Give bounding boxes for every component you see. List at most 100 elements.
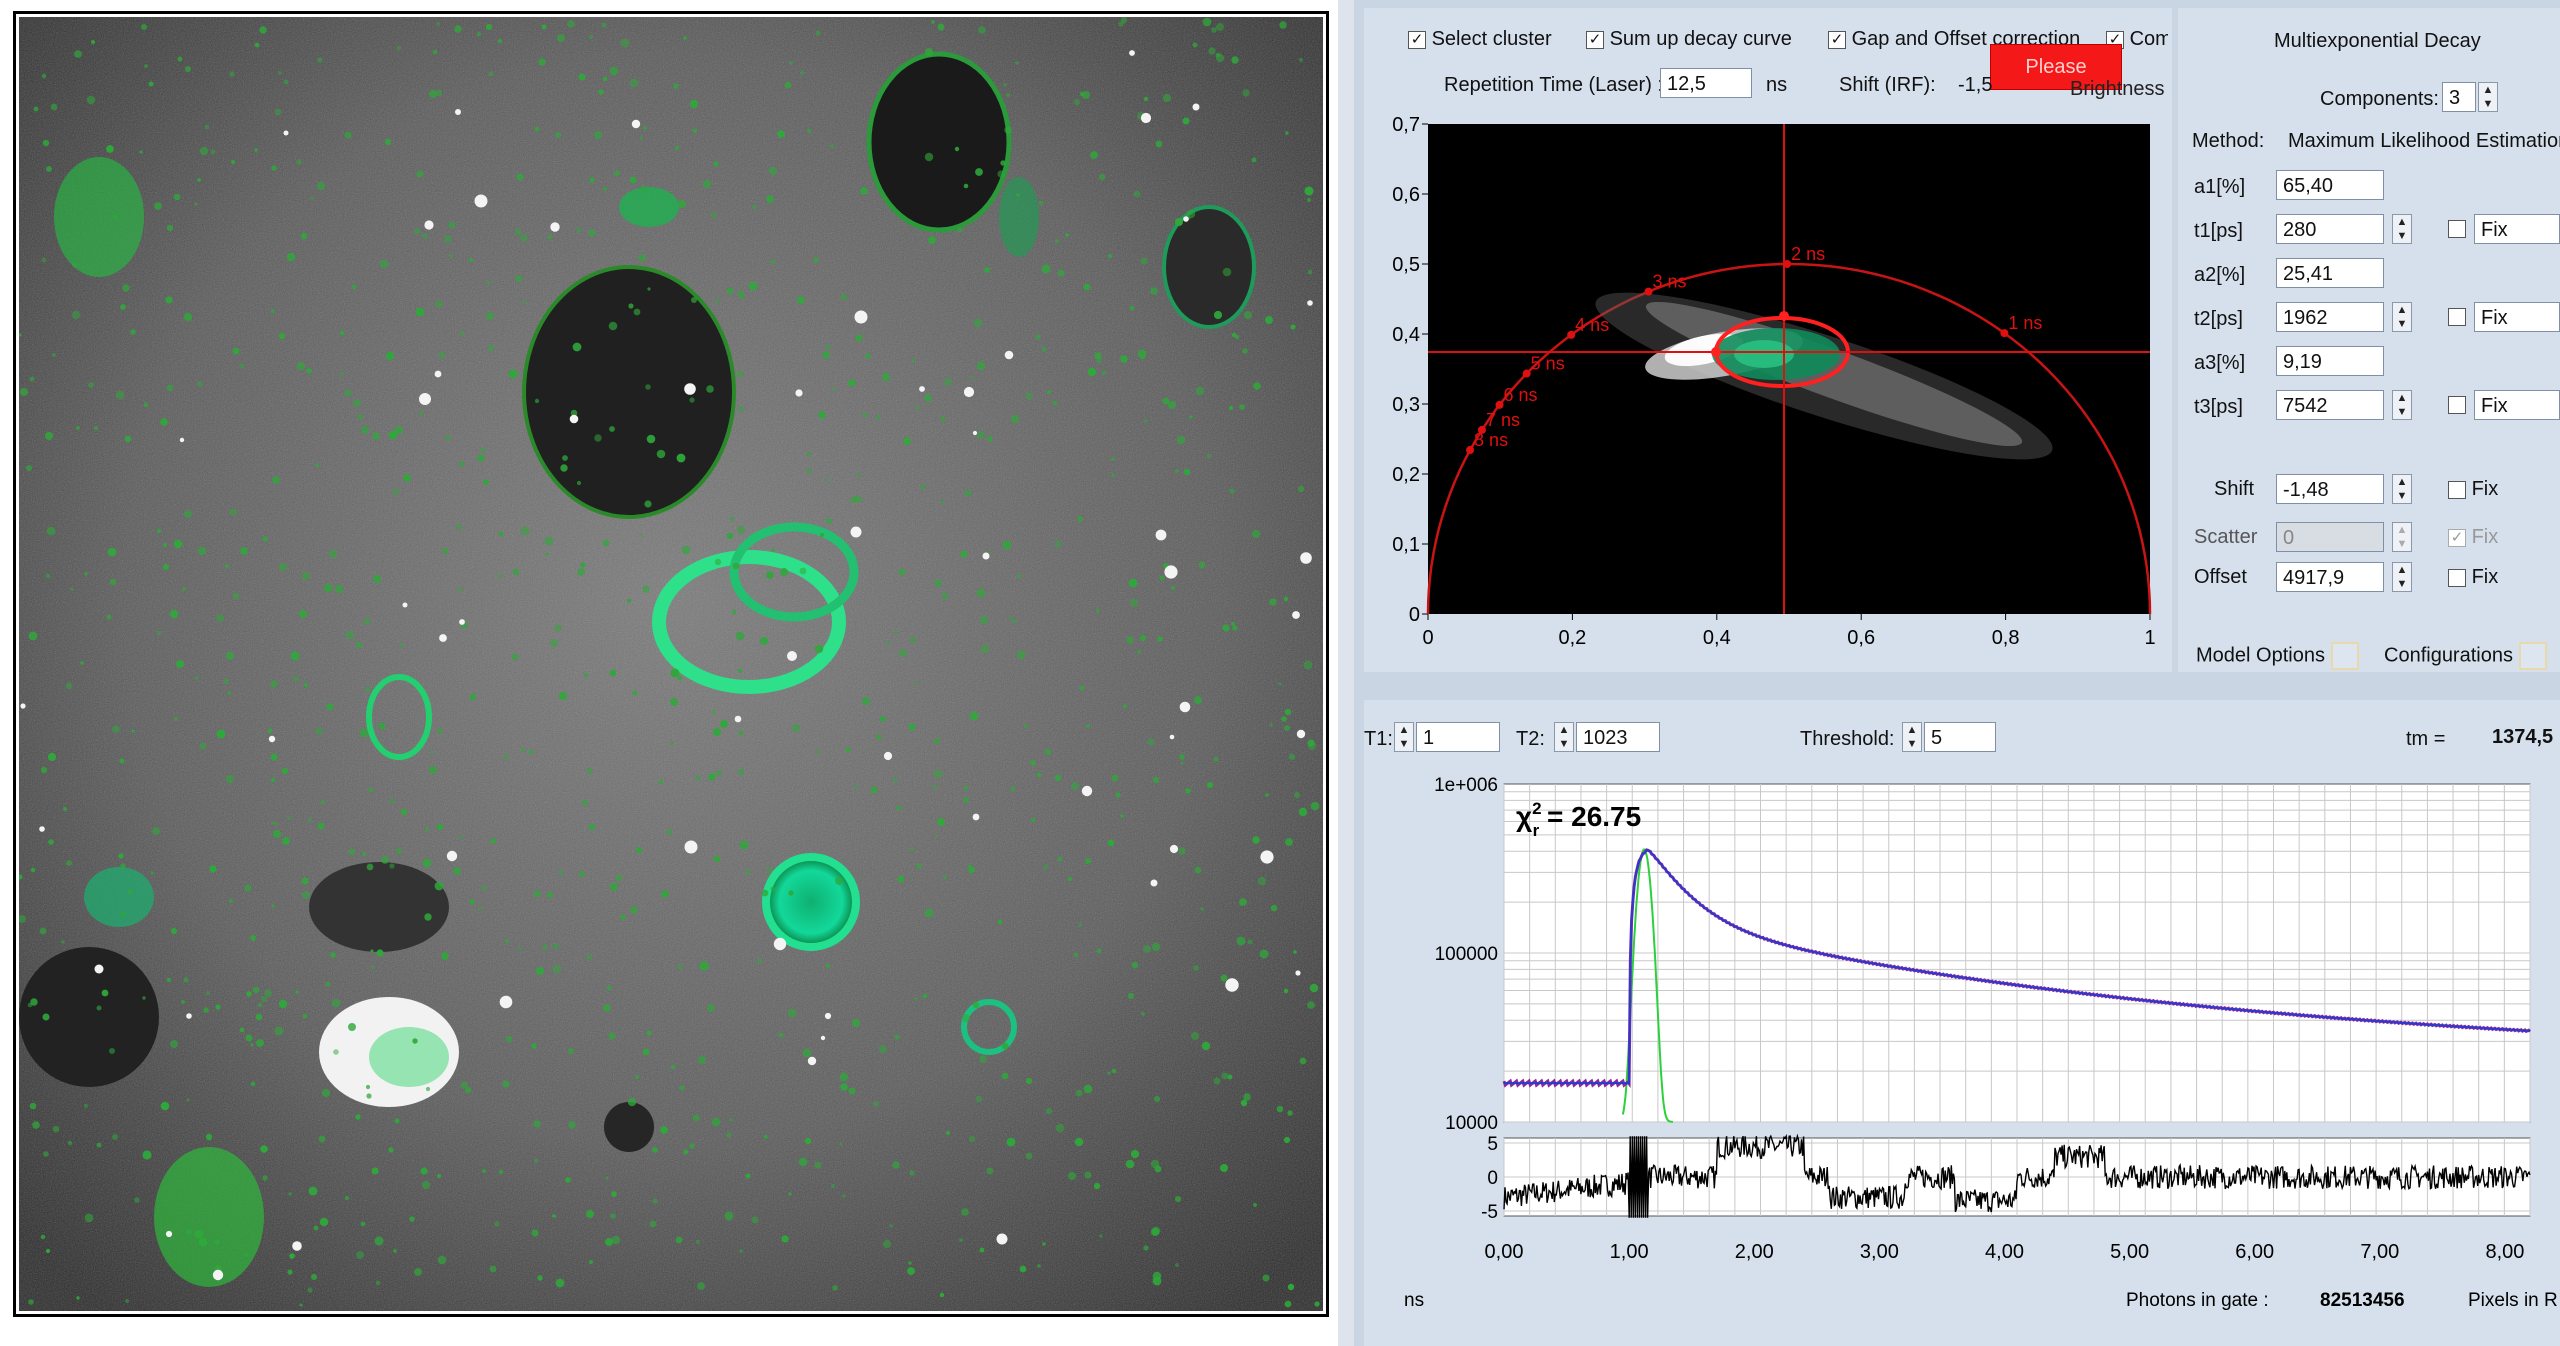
param-t2ps-fix-checkbox[interactable]	[2448, 308, 2466, 326]
pane-divider[interactable]	[1338, 0, 1354, 1346]
speckle	[544, 536, 554, 546]
param-t3ps-fix-field[interactable]: Fix	[2474, 390, 2560, 420]
speckle	[1179, 754, 1185, 760]
fix-checkbox[interactable]	[2448, 220, 2466, 238]
threshold-spinner[interactable]: ▲ ▼	[1902, 722, 1922, 752]
param-t2ps-spinner[interactable]: ▲ ▼	[2392, 302, 2412, 332]
speckle	[355, 1114, 361, 1120]
speckle	[1073, 98, 1081, 106]
speckle	[1001, 1042, 1009, 1050]
param-a3-input[interactable]: 9,19	[2276, 346, 2384, 376]
fluorescence-lifetime-image[interactable]	[16, 14, 1326, 1314]
components-input[interactable]: 3	[2442, 82, 2476, 112]
ellipse-handle-left[interactable]	[1711, 347, 1721, 357]
speckle	[381, 856, 389, 864]
speckle	[281, 767, 289, 775]
speckle	[1107, 1071, 1111, 1075]
sum-up-decay-option[interactable]: ✓ Sum up decay curve	[1586, 28, 1792, 51]
select-cluster-option[interactable]: ✓ Select cluster	[1408, 28, 1552, 51]
speckle	[1243, 310, 1253, 320]
t1-input[interactable]: 1	[1416, 722, 1500, 752]
offset-fix-option[interactable]: Fix	[2448, 566, 2498, 589]
speckle	[531, 1229, 539, 1237]
speckle	[152, 827, 160, 835]
param-t3ps-spinner[interactable]: ▲ ▼	[2392, 390, 2412, 420]
speckle	[278, 562, 288, 572]
param-a2-input[interactable]: 25,41	[2276, 258, 2384, 288]
speckle	[840, 293, 848, 301]
speckle	[799, 567, 807, 575]
configurations-icon[interactable]	[2518, 642, 2547, 670]
model-options-button[interactable]: Model Options	[2196, 642, 2359, 670]
speckle	[166, 224, 174, 232]
speckle	[255, 1013, 263, 1021]
speckle	[609, 426, 615, 432]
speckle	[1065, 233, 1069, 237]
components-spinner[interactable]: ▲ ▼	[2478, 82, 2498, 112]
shift-fix-checkbox[interactable]	[2448, 480, 2466, 499]
speckle	[882, 373, 890, 381]
decay-plot[interactable]: 1e+006 100000 10000 5 0 -5 0,00 1,00 2,00 3,00 4…	[1364, 774, 2560, 1346]
param-a1-input[interactable]: 65,40	[2276, 170, 2384, 200]
shift-fix-option[interactable]: Fix	[2448, 478, 2498, 501]
param-t1ps-spinner[interactable]: ▲ ▼	[2392, 214, 2412, 244]
speckle	[1009, 616, 1013, 620]
speckle	[1176, 435, 1186, 445]
speckle	[1293, 950, 1297, 954]
bright-spot	[1155, 529, 1167, 541]
speckle	[865, 353, 871, 359]
fix-checkbox[interactable]	[2448, 396, 2466, 414]
fix-checkbox[interactable]	[2448, 308, 2466, 326]
phasor-x-tick-label: 0,4	[1703, 627, 1731, 649]
method-value[interactable]: Maximum Likelihood Estimation	[2288, 130, 2560, 153]
offset-input[interactable]: 4917,9	[2276, 562, 2384, 592]
ellipse-handle-top[interactable]	[1779, 311, 1789, 321]
t2-input[interactable]: 1023	[1576, 722, 1660, 752]
phasor-y-tick-label: 0,7	[1392, 114, 1420, 136]
sum-up-decay-checkbox[interactable]: ✓	[1586, 30, 1604, 49]
param-t2ps-fix-field[interactable]: Fix	[2474, 302, 2560, 332]
model-options-icon[interactable]	[2330, 642, 2359, 670]
speckle	[941, 500, 945, 504]
threshold-input[interactable]: 5	[1924, 722, 1996, 752]
speckle	[766, 195, 774, 203]
param-t3ps-fix-checkbox[interactable]	[2448, 396, 2466, 414]
speckle	[598, 89, 604, 95]
speckle	[195, 676, 199, 680]
speckle	[308, 818, 312, 822]
speckle	[166, 384, 174, 392]
bright-spot	[165, 1230, 173, 1238]
bright-spot	[1169, 734, 1175, 740]
speckle	[422, 858, 432, 868]
speckle	[1265, 316, 1273, 324]
speckle	[1125, 1159, 1135, 1169]
bright-spot	[631, 119, 641, 129]
param-t1ps-fix-field[interactable]: Fix	[2474, 214, 2560, 244]
speckle	[1120, 355, 1128, 363]
speckle	[286, 252, 296, 262]
shift-spinner[interactable]: ▲ ▼	[2392, 474, 2412, 504]
param-t1ps-input[interactable]: 280	[2276, 214, 2384, 244]
speckle	[920, 484, 926, 490]
param-t1ps-fix-checkbox[interactable]	[2448, 220, 2466, 238]
bright-spot	[439, 634, 447, 642]
shift-input[interactable]: -1,48	[2276, 474, 2384, 504]
offset-spinner[interactable]: ▲ ▼	[2392, 562, 2412, 592]
t2-spinner[interactable]: ▲ ▼	[1554, 722, 1574, 752]
repetition-time-input[interactable]: 12,5	[1660, 68, 1752, 98]
param-t2ps-input[interactable]: 1962	[2276, 302, 2384, 332]
speckle	[693, 129, 697, 133]
speckle	[488, 71, 494, 77]
configurations-button[interactable]: Configurations	[2384, 642, 2560, 670]
t1-spinner[interactable]: ▲ ▼	[1394, 722, 1414, 752]
speckle	[1213, 310, 1223, 320]
speckle	[738, 406, 744, 412]
speckle	[267, 728, 273, 734]
param-t3ps-input[interactable]: 7542	[2276, 390, 2384, 420]
select-cluster-checkbox[interactable]: ✓	[1408, 30, 1426, 49]
speckle	[457, 586, 463, 592]
speckle	[1310, 801, 1320, 811]
gap-offset-checkbox[interactable]: ✓	[1828, 30, 1846, 49]
phasor-plot[interactable]: 0,7 0,6 0,5 0,4 0,3 0,2 0,1 0 0 0,2 0,4 0,6 0,8 1 8 …	[1364, 104, 2172, 672]
offset-fix-checkbox[interactable]	[2448, 568, 2466, 587]
